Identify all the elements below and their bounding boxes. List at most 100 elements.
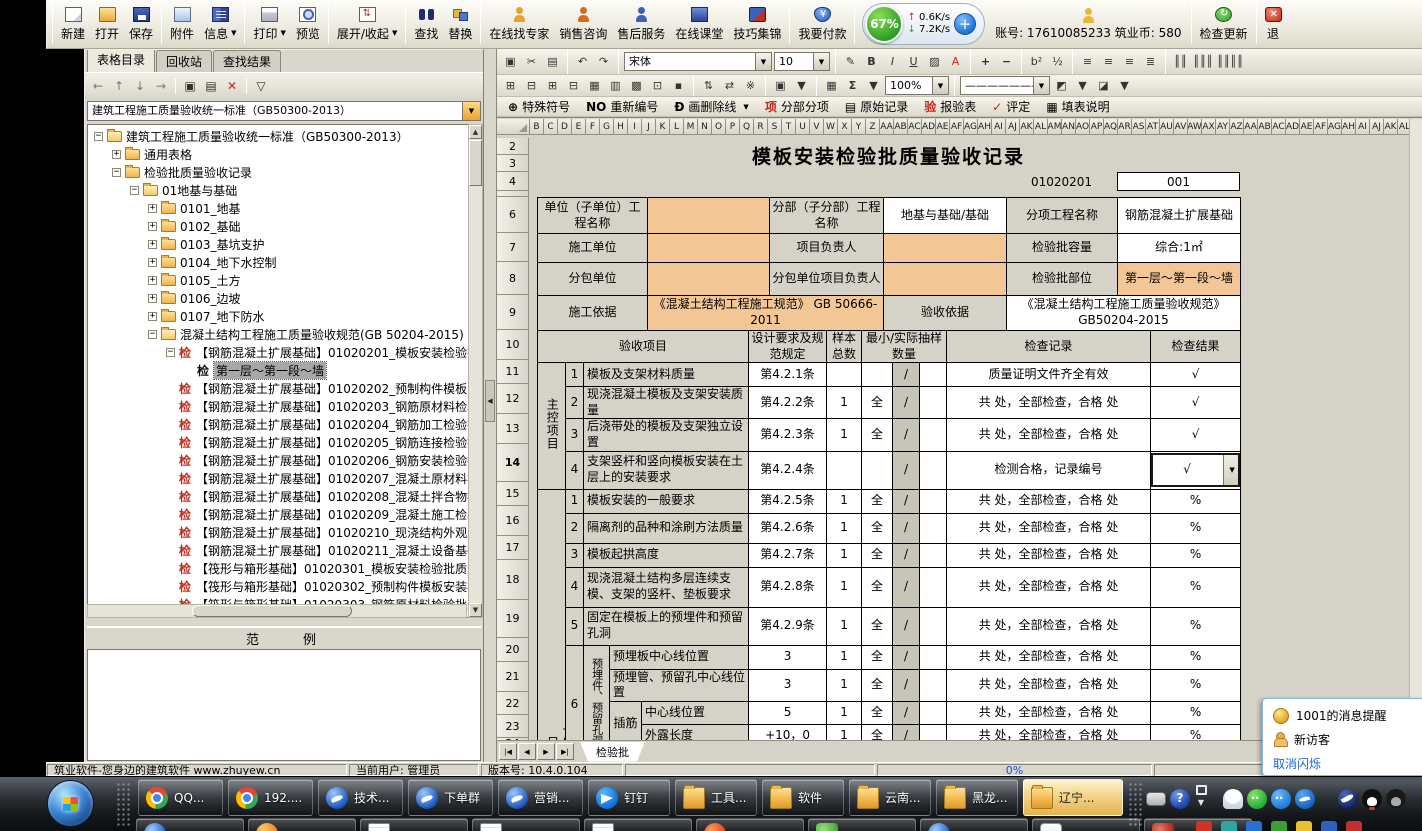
dropdown-arrow-icon[interactable]: ▼ — [462, 102, 480, 120]
check-result-cell[interactable]: % — [1151, 489, 1241, 513]
standard-dropdown[interactable]: 建筑工程施工质量验收统一标准（GB50300-2013） ▼ — [87, 101, 481, 121]
tab-回收站[interactable]: 回收站 — [156, 50, 212, 72]
tree-expander-icon[interactable]: + — [148, 240, 157, 249]
spec-cell[interactable]: 第4.2.9条 — [749, 607, 827, 645]
sum-button[interactable]: Σ — [843, 77, 862, 95]
row-header[interactable]: 13 — [497, 414, 529, 444]
原始记录-button[interactable]: ▤原始记录 — [838, 98, 915, 116]
format-painter-button[interactable]: ✎ — [841, 53, 860, 71]
row-header[interactable]: 11 — [497, 360, 529, 384]
column-header[interactable]: AA — [880, 119, 894, 135]
column-header[interactable]: AD — [1286, 119, 1300, 135]
画删除线-button[interactable]: Đ画删除线▼ — [667, 98, 755, 116]
preview-doc-button[interactable]: 预览 — [291, 1, 325, 47]
row-header[interactable]: 12 — [497, 384, 529, 414]
spec-cell[interactable]: 第4.2.3条 — [749, 419, 827, 451]
pay-shield-button[interactable]: 我要付款 — [793, 1, 851, 47]
delete-col-button[interactable]: ⊟ — [564, 77, 583, 95]
spare-cell[interactable] — [920, 567, 947, 607]
tab-查找结果[interactable]: 查找结果 — [213, 50, 281, 72]
frame-button[interactable]: ▦ — [822, 77, 841, 95]
sheet-vertical-scrollbar[interactable] — [1409, 119, 1422, 740]
taskbar-button-secondary[interactable] — [248, 818, 356, 831]
open-folder-button[interactable]: 打开 — [90, 1, 124, 47]
info-value-cell[interactable] — [648, 263, 770, 296]
check-result-cell[interactable]: √ — [1151, 387, 1241, 419]
check-record-cell[interactable]: 共 处，全部检查，合格 处 — [947, 645, 1151, 669]
redo-button[interactable]: ↷ — [594, 53, 613, 71]
sample-count-cell[interactable] — [827, 451, 862, 489]
spec-cell[interactable]: 第4.2.4条 — [749, 451, 827, 489]
cut-button[interactable]: ✂ — [522, 53, 541, 71]
sales-person-button[interactable]: 销售咨询 — [554, 1, 612, 47]
tree-item[interactable]: −检验批质量验收记录 — [112, 163, 252, 181]
min-sample-cell[interactable]: 全 — [862, 419, 893, 451]
nav-left-button[interactable]: ← — [89, 77, 107, 95]
tree-item[interactable]: −混凝土结构工程施工质量验收规范(GB 50204-2015) — [148, 325, 464, 343]
chevron-down-icon[interactable]: ▼ — [755, 53, 771, 70]
restore-tray-icon[interactable] — [1196, 785, 1207, 795]
check-result-cell[interactable]: % — [1151, 567, 1241, 607]
min-sample-cell[interactable] — [862, 363, 893, 387]
info-value-cell[interactable]: 钢筋混凝土扩展基础 — [1118, 198, 1241, 234]
column-header[interactable]: AH — [978, 119, 992, 135]
diag1-dd-button[interactable]: ▼ — [1073, 77, 1092, 95]
tree-item[interactable]: −检【钢筋混凝土扩展基础】01020210_现浇结构外观及尺 — [166, 523, 481, 541]
重新编号-button[interactable]: NO重新编号 — [579, 98, 665, 116]
underline-button[interactable]: U — [904, 53, 923, 71]
info-value-cell[interactable] — [648, 234, 770, 263]
min-sample-cell[interactable]: 全 — [862, 645, 893, 669]
insert-col-button[interactable]: ⊞ — [543, 77, 562, 95]
column-header[interactable]: AQ — [1104, 119, 1118, 135]
column-header[interactable]: D — [558, 119, 572, 135]
spare-cell[interactable] — [920, 701, 947, 724]
bell-tray-icon[interactable] — [1223, 789, 1243, 809]
actual-sample-cell[interactable]: / — [893, 363, 920, 387]
min-sample-cell[interactable]: 全 — [862, 513, 893, 543]
actual-sample-cell[interactable]: / — [893, 419, 920, 451]
classroom-book-button[interactable]: 在线课堂 — [670, 1, 728, 47]
tree-expander-icon[interactable]: + — [148, 204, 157, 213]
check-result-cell[interactable]: % — [1151, 607, 1241, 645]
taskbar-button-技术...[interactable]: 技术... — [318, 779, 403, 816]
check-record-cell[interactable]: 共 处，全部检查，合格 处 — [947, 607, 1151, 645]
spec-cell[interactable]: 3 — [749, 669, 827, 701]
sample-count-cell[interactable]: 1 — [827, 543, 862, 567]
row-header[interactable]: 18 — [497, 560, 529, 600]
row-header[interactable]: 17 — [497, 536, 529, 560]
spec-cell[interactable]: +10，0 — [749, 724, 827, 740]
sample-count-cell[interactable]: 1 — [827, 645, 862, 669]
spec-cell[interactable]: 第4.2.8条 — [749, 567, 827, 607]
plus-button[interactable]: + — [954, 13, 976, 35]
actual-sample-cell[interactable]: / — [893, 701, 920, 724]
actual-sample-cell[interactable]: / — [893, 645, 920, 669]
column-header[interactable]: AW — [1188, 119, 1202, 135]
chevron-down-icon[interactable]: ▼ — [280, 29, 285, 37]
column-header[interactable]: AE — [936, 119, 950, 135]
报验表-button[interactable]: 验报验表 — [917, 98, 983, 116]
tree-item[interactable]: +通用表格 — [112, 145, 192, 163]
image-dd-button[interactable]: ▼ — [792, 77, 811, 95]
tree-expander-icon[interactable]: − — [112, 168, 121, 177]
scroll-up-icon[interactable]: ▲ — [469, 125, 482, 139]
replace-button[interactable]: 替换 — [443, 1, 477, 47]
min-sample-cell[interactable]: 全 — [862, 387, 893, 419]
spare-cell[interactable] — [920, 387, 947, 419]
chevron-down-icon[interactable]: ▼ — [1223, 453, 1240, 487]
column-header[interactable]: AC — [1272, 119, 1286, 135]
sheet-nav-button[interactable]: ▶| — [556, 743, 574, 760]
min-sample-cell[interactable] — [862, 451, 893, 489]
spare-cell[interactable] — [920, 451, 947, 489]
message-tray-icon[interactable] — [1271, 789, 1291, 809]
评定-button[interactable]: ✓评定 — [985, 98, 1037, 116]
min-sample-cell[interactable]: 全 — [862, 607, 893, 645]
column-header[interactable]: U — [796, 119, 810, 135]
tree-item[interactable]: −检【钢筋混凝土扩展基础】01020204_钢筋加工检验批质 — [166, 415, 481, 433]
column-header[interactable]: AI — [1356, 119, 1370, 135]
tree-item[interactable]: −检【筏形与箱形基础】01020301_模板安装检验批质量验 — [166, 559, 481, 577]
new-doc-button[interactable]: 新建 — [56, 1, 90, 47]
attachment-button[interactable]: 附件 — [165, 1, 199, 47]
actual-sample-cell[interactable]: / — [893, 669, 920, 701]
spec-cell[interactable]: 第4.2.2条 — [749, 387, 827, 419]
tree-item[interactable]: −01地基与基础 — [130, 181, 237, 199]
